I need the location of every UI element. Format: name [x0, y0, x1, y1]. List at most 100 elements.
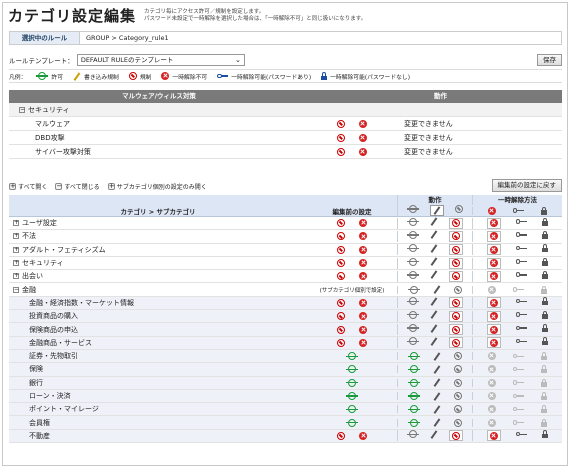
- no-temp-release-icon[interactable]: [489, 232, 498, 241]
- no-temp-release-icon[interactable]: [487, 206, 496, 215]
- pencil-icon[interactable]: [430, 324, 438, 332]
- block-icon[interactable]: [453, 365, 462, 374]
- allow-icon[interactable]: [408, 418, 421, 427]
- subcategory-row[interactable]: 金融・経済指数・マーケット情報: [9, 296, 562, 311]
- pencil-icon[interactable]: [430, 258, 438, 266]
- category-row[interactable]: + 出会い: [9, 270, 562, 284]
- block-icon[interactable]: [451, 312, 460, 321]
- pencil-icon[interactable]: [430, 231, 438, 239]
- expand-all-button[interactable]: + すべて開く: [9, 182, 47, 191]
- category-row-open[interactable]: − 金融 (サブカテゴリ個別で設定): [9, 283, 562, 297]
- subcategory-row[interactable]: 不動産: [9, 429, 562, 444]
- expand-icon[interactable]: +: [13, 246, 19, 253]
- allow-icon[interactable]: [407, 324, 420, 333]
- lock-icon[interactable]: [541, 206, 548, 215]
- block-icon[interactable]: [453, 418, 462, 427]
- lock-icon[interactable]: [542, 310, 549, 319]
- block-icon[interactable]: [451, 338, 460, 347]
- key-icon[interactable]: [515, 297, 527, 305]
- lock-icon[interactable]: [542, 430, 549, 439]
- pencil-icon[interactable]: [430, 297, 438, 305]
- save-button[interactable]: 保存: [537, 54, 562, 66]
- allow-icon[interactable]: [407, 270, 420, 279]
- key-icon[interactable]: [515, 430, 527, 438]
- pencil-icon[interactable]: [430, 311, 438, 319]
- block-icon[interactable]: [451, 259, 460, 268]
- pencil-icon[interactable]: [430, 430, 438, 438]
- pencil-icon[interactable]: [433, 392, 441, 400]
- no-temp-release-icon[interactable]: [489, 338, 498, 347]
- block-icon[interactable]: [451, 232, 460, 241]
- subcategory-row[interactable]: 会員権: [9, 416, 562, 430]
- key-icon[interactable]: [515, 258, 527, 266]
- collapse-all-button[interactable]: − すべて閉じる: [55, 182, 100, 191]
- no-temp-release-icon[interactable]: [489, 431, 498, 440]
- allow-icon[interactable]: [408, 285, 421, 294]
- no-temp-release-icon[interactable]: [489, 298, 498, 307]
- subcategory-row[interactable]: 金融商品・サービス: [9, 336, 562, 350]
- category-row[interactable]: + 不法: [9, 230, 562, 244]
- category-row[interactable]: + セキュリティ: [9, 257, 562, 271]
- lock-icon[interactable]: [542, 230, 549, 239]
- lock-icon[interactable]: [542, 244, 549, 253]
- allow-icon[interactable]: [408, 352, 421, 361]
- block-icon[interactable]: [451, 431, 460, 440]
- pencil-icon[interactable]: [433, 365, 441, 373]
- template-select[interactable]: DEFAULT RULEのテンプレート ⌄: [76, 54, 245, 66]
- block-icon[interactable]: [453, 352, 462, 361]
- allow-icon[interactable]: [408, 378, 421, 387]
- expand-icon[interactable]: +: [13, 220, 19, 227]
- collapse-icon[interactable]: −: [19, 106, 25, 113]
- key-icon[interactable]: [515, 337, 527, 345]
- pencil-icon[interactable]: [433, 207, 441, 215]
- key-icon[interactable]: [515, 231, 527, 239]
- subcategory-row[interactable]: ポイント・マイレージ: [9, 403, 562, 417]
- malware-group-row[interactable]: − セキュリティ: [9, 103, 562, 117]
- lock-icon[interactable]: [542, 337, 549, 346]
- expand-icon[interactable]: +: [13, 260, 19, 267]
- pencil-icon[interactable]: [430, 244, 438, 252]
- key-icon[interactable]: [515, 311, 527, 319]
- no-temp-release-icon[interactable]: [489, 245, 498, 254]
- block-icon[interactable]: [453, 392, 462, 400]
- category-row[interactable]: + アダルト・フェティシズム: [9, 244, 562, 257]
- allow-icon[interactable]: [407, 230, 420, 239]
- subcategory-row[interactable]: 銀行: [9, 376, 562, 390]
- lock-icon[interactable]: [542, 270, 549, 279]
- allow-icon[interactable]: [408, 405, 421, 414]
- no-temp-release-icon[interactable]: [489, 272, 498, 281]
- pencil-icon[interactable]: [430, 218, 438, 226]
- pencil-icon[interactable]: [430, 337, 438, 345]
- allow-icon[interactable]: [407, 257, 420, 266]
- subcategory-row[interactable]: ローン・決済: [9, 389, 562, 404]
- category-row[interactable]: + ユーザ設定: [9, 217, 562, 231]
- pencil-icon[interactable]: [430, 271, 438, 279]
- no-temp-release-icon[interactable]: [489, 312, 498, 321]
- lock-icon[interactable]: [542, 217, 549, 226]
- block-icon[interactable]: [451, 219, 460, 228]
- allow-icon[interactable]: [407, 297, 420, 306]
- pencil-icon[interactable]: [433, 379, 441, 387]
- block-icon[interactable]: [453, 405, 462, 414]
- subcategory-row[interactable]: 投資商品の購入: [9, 310, 562, 324]
- block-icon[interactable]: [453, 378, 462, 387]
- allow-icon[interactable]: [407, 217, 420, 226]
- allow-icon[interactable]: [408, 392, 421, 400]
- lock-icon[interactable]: [542, 257, 549, 266]
- key-icon[interactable]: [515, 324, 527, 332]
- block-icon[interactable]: [451, 272, 460, 281]
- allow-icon[interactable]: [407, 244, 420, 253]
- key-icon[interactable]: [512, 207, 524, 215]
- lock-icon[interactable]: [542, 297, 549, 306]
- reset-button[interactable]: 編集前の設定に戻す: [491, 179, 562, 192]
- key-icon[interactable]: [515, 218, 527, 226]
- subcategory-row[interactable]: 保険商品の申込: [9, 323, 562, 337]
- lock-icon[interactable]: [542, 324, 549, 333]
- key-icon[interactable]: [515, 244, 527, 252]
- no-temp-release-icon[interactable]: [489, 259, 498, 268]
- collapse-icon[interactable]: −: [13, 286, 19, 293]
- pencil-icon[interactable]: [433, 419, 441, 427]
- block-icon[interactable]: [454, 205, 463, 213]
- allow-icon[interactable]: [408, 365, 421, 374]
- block-icon[interactable]: [451, 325, 460, 334]
